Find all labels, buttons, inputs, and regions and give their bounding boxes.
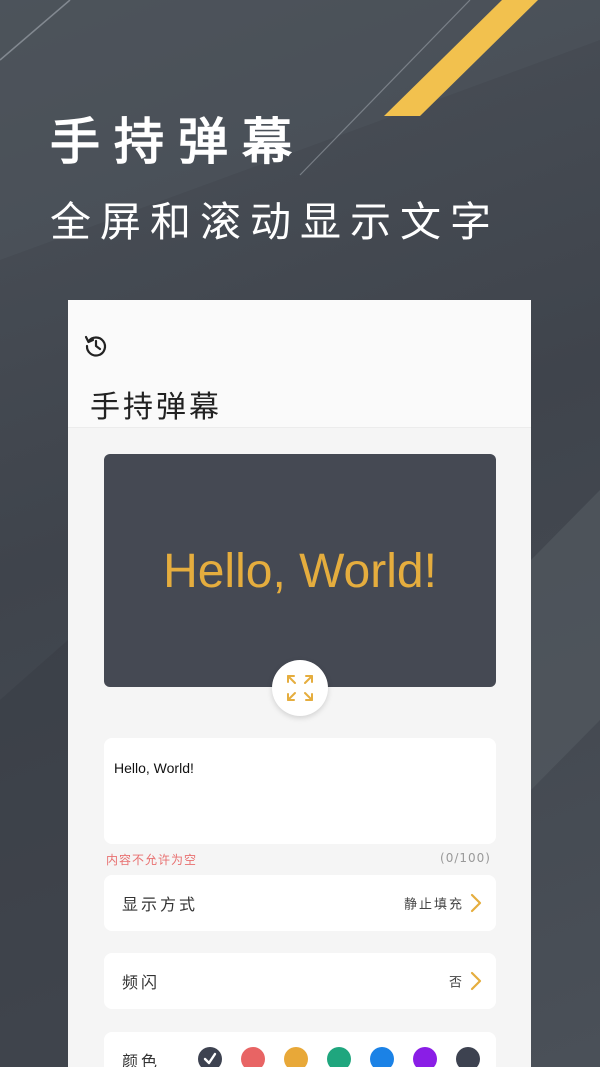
message-input-value: Hello, World! [114, 760, 194, 776]
message-input[interactable]: Hello, World! [104, 738, 496, 844]
fullscreen-button[interactable] [272, 660, 328, 716]
strobe-label: 频闪 [122, 973, 161, 992]
color-swatch-green[interactable] [327, 1047, 351, 1067]
preview-text: Hello, World! [163, 545, 437, 598]
strobe-value: 否 [448, 975, 464, 991]
display-mode-label: 显示方式 [122, 895, 199, 914]
promo-subtitle: 全屏和滚动显示文字 [50, 198, 500, 246]
color-swatch-slate[interactable] [456, 1047, 480, 1067]
color-label: 颜色 [122, 1052, 161, 1067]
color-swatch-orange[interactable] [284, 1047, 308, 1067]
promo-title: 手持弹幕 [50, 113, 306, 171]
phone-screen: 手持弹幕 Hello, World! Hello, World! 内容不允许为空… [68, 300, 531, 1067]
strobe-row[interactable]: 频闪 否 [104, 953, 496, 1009]
char-count: (0/100) [440, 851, 491, 865]
check-icon [203, 1052, 217, 1065]
chevron-right-icon [470, 971, 482, 991]
color-swatch-dark-gray[interactable] [198, 1047, 222, 1067]
display-mode-row[interactable]: 显示方式 静止填充 [104, 875, 496, 931]
history-icon[interactable] [82, 332, 110, 360]
validation-error: 内容不允许为空 [106, 853, 198, 867]
color-swatch-red[interactable] [241, 1047, 265, 1067]
app-title: 手持弹幕 [90, 390, 222, 425]
color-swatch-blue[interactable] [370, 1047, 394, 1067]
chevron-right-icon [470, 893, 482, 913]
display-mode-value: 静止填充 [403, 897, 464, 913]
app-header: 手持弹幕 [68, 300, 531, 428]
color-swatch-purple[interactable] [413, 1047, 437, 1067]
expand-icon [287, 675, 313, 701]
color-picker-row: 颜色 [104, 1032, 496, 1067]
danmaku-preview[interactable]: Hello, World! [104, 454, 496, 687]
